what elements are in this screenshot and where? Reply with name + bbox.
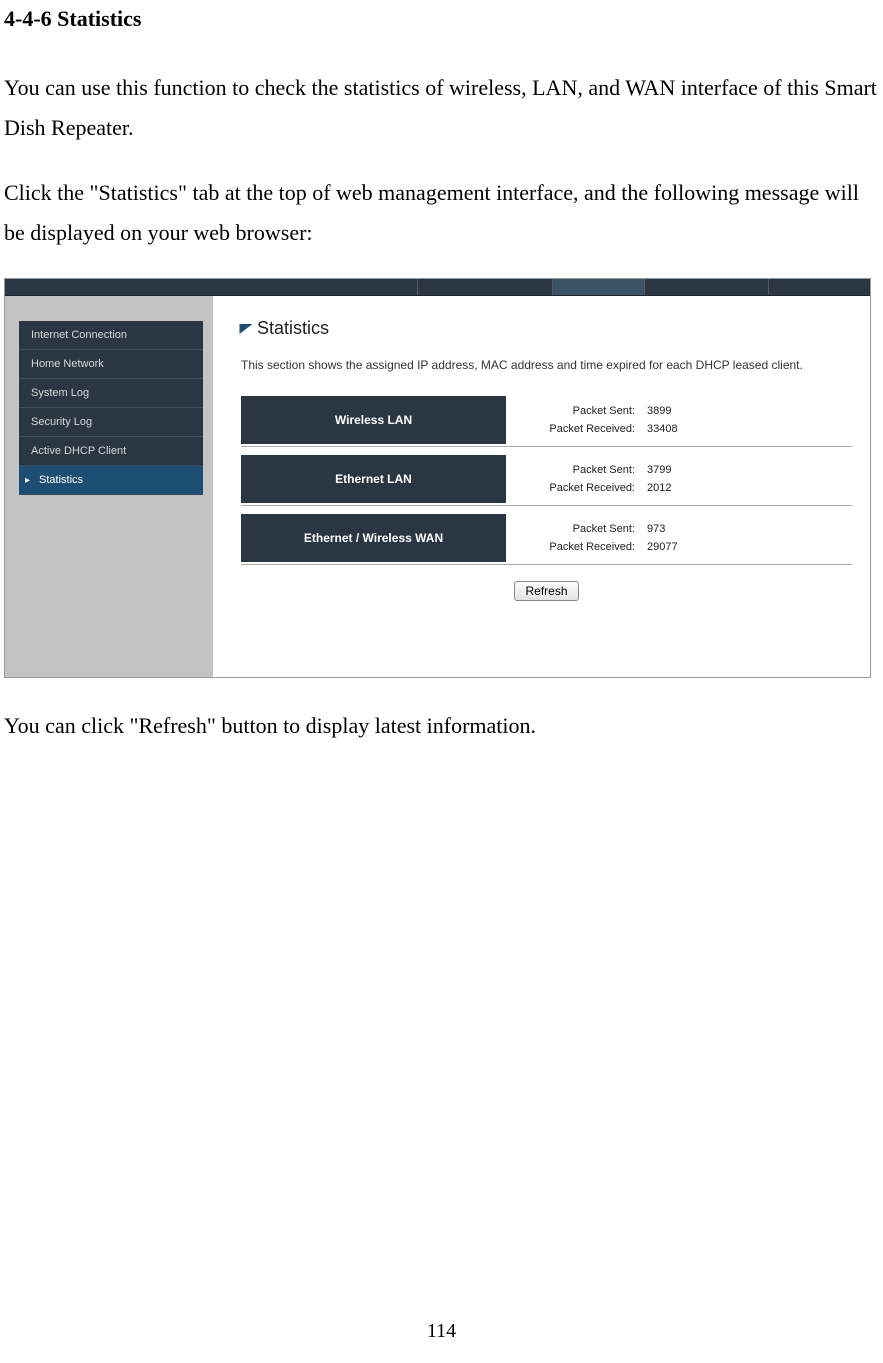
sidebar-item-internet-connection[interactable]: Internet Connection bbox=[19, 321, 203, 350]
stat-label-sent: Packet Sent: bbox=[506, 464, 643, 476]
top-nav-segment[interactable] bbox=[645, 279, 769, 295]
triangle-icon bbox=[240, 324, 253, 334]
top-nav-segment-active[interactable] bbox=[553, 279, 645, 295]
stat-value-recv: 2012 bbox=[643, 482, 671, 494]
refresh-button[interactable]: Refresh bbox=[514, 581, 578, 601]
body-paragraph-1: You can use this function to check the s… bbox=[4, 68, 883, 147]
sidebar-item-system-log[interactable]: System Log bbox=[19, 379, 203, 408]
stat-value-sent: 3799 bbox=[643, 464, 671, 476]
sidebar: Internet Connection Home Network System … bbox=[5, 296, 213, 677]
stat-label-recv: Packet Received: bbox=[506, 423, 643, 435]
sidebar-item-security-log[interactable]: Security Log bbox=[19, 408, 203, 437]
top-nav-bar bbox=[5, 279, 870, 296]
stat-block-wireless-lan: Wireless LAN Packet Sent: 3899 Packet Re… bbox=[241, 394, 852, 447]
stat-value-sent: 973 bbox=[643, 523, 665, 535]
panel-description: This section shows the assigned IP addre… bbox=[241, 357, 852, 374]
stat-head: Ethernet / Wireless WAN bbox=[241, 514, 506, 562]
stat-head: Wireless LAN bbox=[241, 396, 506, 444]
top-nav-segment[interactable] bbox=[5, 279, 418, 295]
stat-value-recv: 33408 bbox=[643, 423, 678, 435]
body-paragraph-2: Click the "Statistics" tab at the top of… bbox=[4, 173, 883, 252]
top-nav-segment[interactable] bbox=[769, 279, 870, 295]
stat-label-sent: Packet Sent: bbox=[506, 405, 643, 417]
stat-label-sent: Packet Sent: bbox=[506, 523, 643, 535]
stat-label-recv: Packet Received: bbox=[506, 482, 643, 494]
sidebar-list: Internet Connection Home Network System … bbox=[19, 321, 203, 495]
sidebar-item-statistics[interactable]: Statistics bbox=[19, 466, 203, 495]
stat-block-ethernet-wireless-wan: Ethernet / Wireless WAN Packet Sent: 973… bbox=[241, 512, 852, 565]
stat-block-ethernet-lan: Ethernet LAN Packet Sent: 3799 Packet Re… bbox=[241, 453, 852, 506]
sidebar-item-home-network[interactable]: Home Network bbox=[19, 350, 203, 379]
embedded-screenshot: Internet Connection Home Network System … bbox=[4, 278, 871, 678]
page-number: 114 bbox=[0, 1320, 883, 1343]
sidebar-item-active-dhcp-client[interactable]: Active DHCP Client bbox=[19, 437, 203, 466]
body-paragraph-3: You can click "Refresh" button to displa… bbox=[4, 706, 883, 746]
panel-title: Statistics bbox=[257, 318, 329, 339]
stat-value-sent: 3899 bbox=[643, 405, 671, 417]
stat-value-recv: 29077 bbox=[643, 541, 678, 553]
main-panel: Statistics This section shows the assign… bbox=[213, 296, 870, 677]
top-nav-segment[interactable] bbox=[418, 279, 553, 295]
section-heading: 4-4-6 Statistics bbox=[4, 6, 883, 32]
stat-head: Ethernet LAN bbox=[241, 455, 506, 503]
stat-label-recv: Packet Received: bbox=[506, 541, 643, 553]
